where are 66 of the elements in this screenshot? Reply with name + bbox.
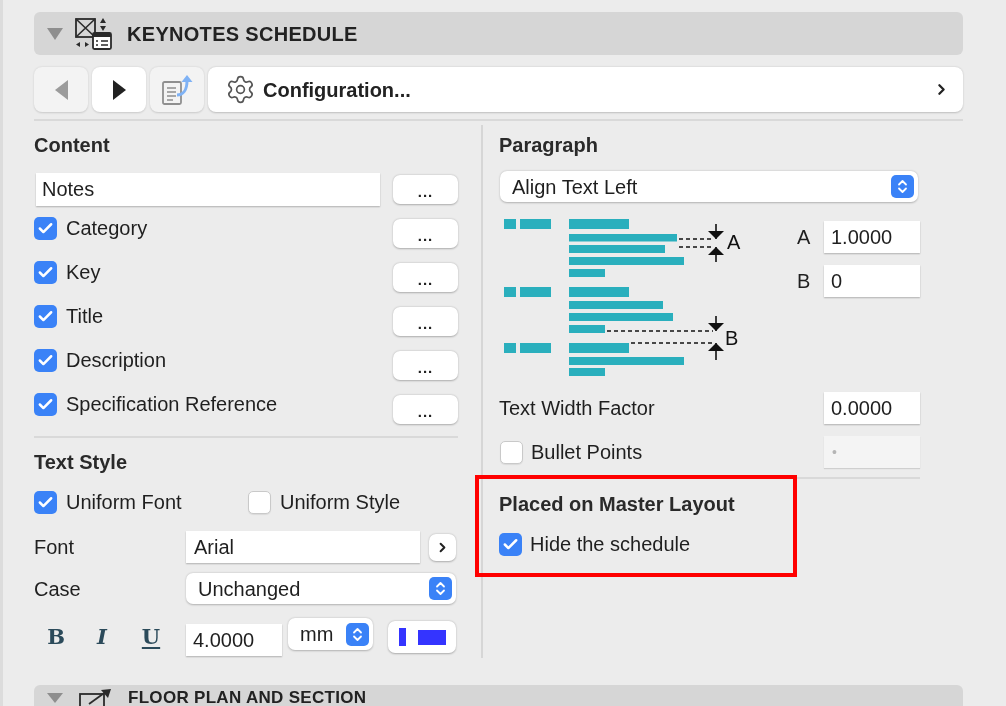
disclosure-triangle-icon[interactable] bbox=[47, 693, 63, 703]
checkbox[interactable] bbox=[499, 532, 522, 556]
more-button[interactable]: ... bbox=[393, 262, 458, 292]
font-field[interactable]: Arial bbox=[186, 531, 420, 563]
diagram-label: B bbox=[725, 328, 739, 348]
forward-button[interactable] bbox=[92, 67, 146, 112]
checkbox[interactable] bbox=[34, 260, 57, 284]
panel-header[interactable]: KEYNOTES SCHEDULE bbox=[34, 12, 963, 55]
italic-button[interactable]: I bbox=[85, 618, 119, 656]
disclosure-triangle-icon[interactable] bbox=[47, 27, 63, 40]
bold-button[interactable]: B bbox=[39, 618, 73, 656]
checkbox[interactable] bbox=[500, 440, 523, 464]
stepper-icon bbox=[429, 577, 452, 600]
more-button[interactable]: ... bbox=[393, 174, 458, 204]
checkbox-label: Uniform Style bbox=[280, 490, 401, 514]
checkbox[interactable] bbox=[34, 304, 57, 328]
checkbox[interactable] bbox=[248, 490, 271, 514]
configuration-button[interactable]: Configuration... bbox=[208, 67, 963, 112]
checkbox[interactable] bbox=[34, 216, 57, 240]
section-heading: Placed on Master Layout bbox=[499, 492, 736, 516]
checkbox-label: Category bbox=[66, 216, 148, 240]
more-button[interactable]: ... bbox=[393, 218, 458, 248]
stepper-icon bbox=[346, 622, 369, 646]
width-factor-field[interactable]: 0.0000 bbox=[824, 392, 920, 424]
spacing-field[interactable]: 1.0000 bbox=[824, 221, 920, 253]
diagram-label: A bbox=[727, 232, 741, 252]
spacing-field[interactable]: 0 bbox=[824, 265, 920, 297]
name-field[interactable]: Notes bbox=[36, 172, 380, 206]
more-button[interactable]: ... bbox=[393, 350, 458, 380]
case-select[interactable]: Unchanged bbox=[186, 573, 456, 604]
floor-plan-icon bbox=[79, 689, 113, 706]
field-label: Case bbox=[34, 576, 82, 601]
section-heading: Content bbox=[34, 133, 111, 157]
section-heading: Paragraph bbox=[499, 133, 599, 157]
more-button[interactable]: ... bbox=[393, 394, 458, 424]
underline-button[interactable]: U bbox=[134, 618, 168, 656]
field-label: B bbox=[797, 269, 812, 293]
section-heading: Text Style bbox=[34, 450, 128, 474]
unit-select[interactable]: mm bbox=[288, 618, 373, 650]
checkbox-label: Hide the schedule bbox=[530, 532, 691, 556]
forward-arrow-icon bbox=[112, 79, 126, 100]
schedule-icon bbox=[75, 17, 112, 50]
checkbox-label: Specification Reference bbox=[66, 392, 278, 416]
more-button[interactable]: ... bbox=[393, 306, 458, 336]
checkbox[interactable] bbox=[34, 490, 57, 514]
back-arrow-icon bbox=[54, 79, 68, 100]
alignment-select[interactable]: Align Text Left bbox=[500, 171, 918, 202]
panel-header[interactable]: FLOOR PLAN AND SECTION bbox=[34, 685, 963, 706]
field-label: Font bbox=[34, 535, 76, 559]
checkbox[interactable] bbox=[34, 392, 57, 416]
checkbox-label: Title bbox=[66, 304, 104, 328]
checkbox-label: Uniform Font bbox=[66, 490, 182, 514]
size-field[interactable]: 4.0000 bbox=[186, 624, 282, 656]
pen-color-button[interactable] bbox=[388, 621, 456, 653]
document-arrow-icon bbox=[161, 74, 193, 105]
checkbox-label: Key bbox=[66, 260, 101, 284]
panel-title: FLOOR PLAN AND SECTION bbox=[128, 689, 367, 706]
field-label: Text Width Factor bbox=[499, 396, 655, 420]
settings-icon bbox=[225, 74, 256, 105]
panel-title: KEYNOTES SCHEDULE bbox=[127, 21, 358, 47]
font-picker-button[interactable] bbox=[429, 533, 456, 561]
stepper-icon bbox=[891, 175, 914, 198]
checkbox[interactable] bbox=[34, 348, 57, 372]
checkbox-label: Description bbox=[66, 348, 167, 372]
field-label: A bbox=[797, 225, 812, 249]
checkbox-label: Bullet Points bbox=[531, 440, 643, 464]
